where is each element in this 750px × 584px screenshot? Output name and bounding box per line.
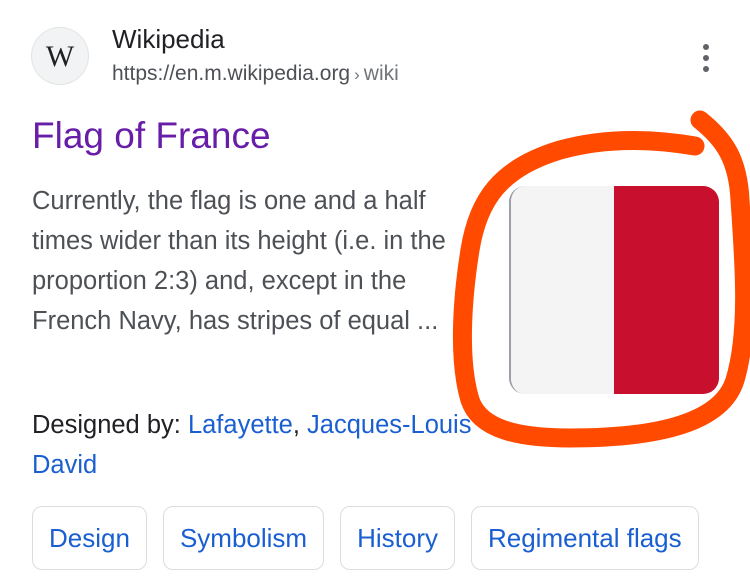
related-topics-chips: Design Symbolism History Regimental flag… bbox=[32, 506, 699, 570]
result-snippet: Currently, the flag is one and a half ti… bbox=[32, 187, 446, 335]
designed-by: Designed by: Lafayette, Jacques-Louis Da… bbox=[32, 405, 472, 485]
designed-by-label: Designed by: bbox=[32, 411, 181, 439]
flag-stripe-red bbox=[614, 186, 719, 394]
site-name[interactable]: Wikipedia bbox=[112, 23, 225, 55]
menu-dot bbox=[703, 66, 709, 72]
chip-symbolism[interactable]: Symbolism bbox=[162, 506, 325, 570]
menu-dot bbox=[703, 44, 709, 50]
favicon-letter: W bbox=[45, 40, 75, 73]
result-title-link[interactable]: Flag of France bbox=[32, 112, 271, 160]
more-vert-icon[interactable] bbox=[690, 38, 722, 78]
site-url-path: wiki bbox=[363, 62, 399, 85]
chip-design[interactable]: Design bbox=[32, 506, 147, 570]
wikipedia-logo-icon[interactable]: W bbox=[31, 27, 89, 85]
chip-regimental-flags[interactable]: Regimental flags bbox=[470, 506, 699, 570]
site-url[interactable]: https://en.m.wikipedia.org › wiki bbox=[112, 60, 399, 89]
flag-thumbnail[interactable] bbox=[509, 186, 719, 394]
menu-dot bbox=[703, 55, 709, 61]
designer-link[interactable]: Lafayette bbox=[188, 411, 293, 439]
flag-stripe-white bbox=[511, 186, 614, 394]
site-url-domain: https://en.m.wikipedia.org bbox=[112, 62, 351, 85]
designer-separator: , bbox=[292, 411, 300, 439]
chip-history[interactable]: History bbox=[340, 506, 455, 570]
breadcrumb-separator: › bbox=[354, 65, 360, 84]
